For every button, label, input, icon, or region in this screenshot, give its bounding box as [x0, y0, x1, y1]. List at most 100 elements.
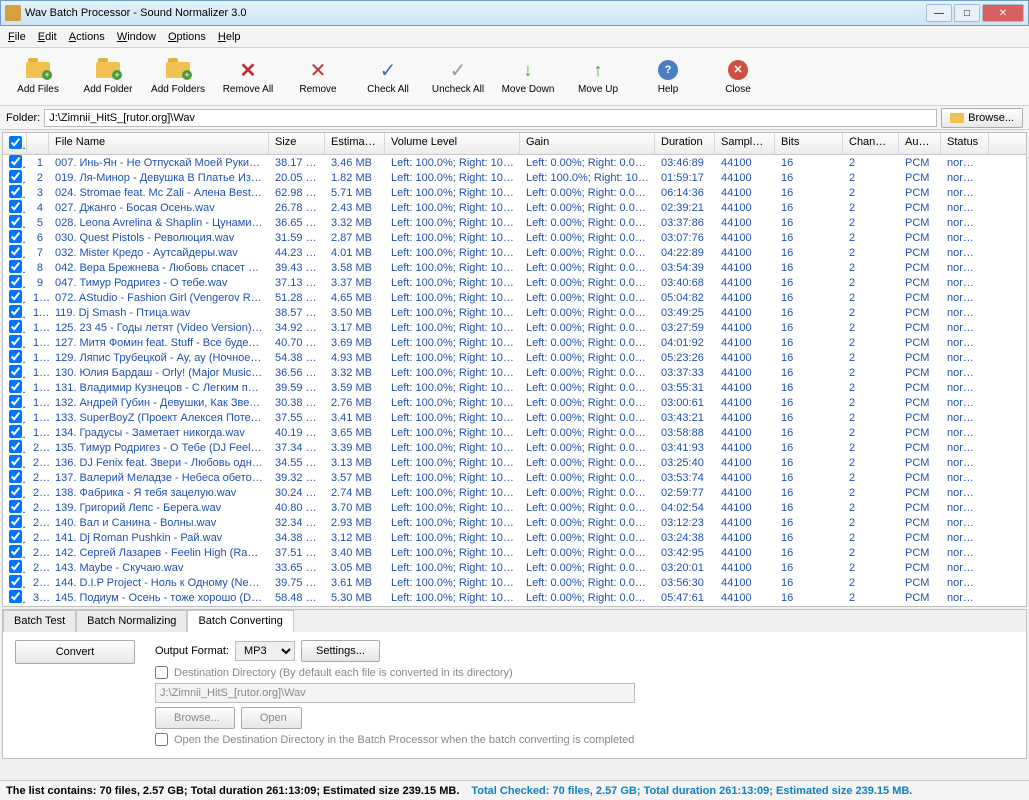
row-checkbox[interactable]	[3, 560, 27, 576]
add-files-button[interactable]: +Add Files	[8, 52, 68, 101]
help-button[interactable]: ?Help	[638, 52, 698, 101]
window-close-button[interactable]: ✕	[982, 4, 1024, 22]
row-checkbox[interactable]	[3, 275, 27, 291]
col-size[interactable]: Size	[269, 133, 325, 154]
check-all-button[interactable]: Check All	[358, 52, 418, 101]
row-checkbox[interactable]	[3, 485, 27, 501]
maximize-button[interactable]: □	[954, 4, 980, 22]
table-row[interactable]: 22137. Валерий Меладзе - Небеса обетован…	[3, 470, 1026, 485]
tab-batch-converting[interactable]: Batch Converting	[187, 610, 293, 632]
row-checkbox[interactable]	[3, 320, 27, 336]
col-audio[interactable]: Audio...	[899, 133, 941, 154]
table-row[interactable]: 1007. Инь-Ян - Не Отпускай Моей Руки.wav…	[3, 155, 1026, 170]
table-row[interactable]: 14129. Ляпис Трубецкой - Ау, ау (Ночное …	[3, 350, 1026, 365]
col-channels[interactable]: Channels	[843, 133, 899, 154]
col-bits[interactable]: Bits	[775, 133, 843, 154]
tab-batch-normalizing[interactable]: Batch Normalizing	[76, 610, 187, 632]
table-row[interactable]: 30145. Подиум - Осень - тоже хорошо (Dan…	[3, 590, 1026, 605]
row-checkbox[interactable]	[3, 185, 27, 201]
row-checkbox[interactable]	[3, 395, 27, 411]
table-row[interactable]: 9047. Тимур Родригез - О тебе.wav37.13 M…	[3, 275, 1026, 290]
col-volume[interactable]: Volume Level	[385, 133, 520, 154]
col-gain[interactable]: Gain	[520, 133, 655, 154]
menu-ile[interactable]: File	[8, 31, 26, 43]
col-estimated[interactable]: Estimated ...	[325, 133, 385, 154]
table-row[interactable]: 15130. Юлия Бардаш - Orly! (Major Music …	[3, 365, 1026, 380]
row-checkbox[interactable]	[3, 215, 27, 231]
dest-open-button[interactable]: Open	[241, 707, 302, 729]
row-checkbox[interactable]	[3, 515, 27, 531]
menu-indow[interactable]: Window	[117, 31, 156, 43]
menu-dit[interactable]: Edit	[38, 31, 57, 43]
move-up-button[interactable]: Move Up	[568, 52, 628, 101]
row-checkbox[interactable]	[3, 425, 27, 441]
row-checkbox[interactable]	[3, 155, 27, 171]
row-checkbox[interactable]	[3, 380, 27, 396]
table-row[interactable]: 24139. Григорий Лепс - Берега.wav40.80 M…	[3, 500, 1026, 515]
col-sample[interactable]: Sample R...	[715, 133, 775, 154]
row-checkbox[interactable]	[3, 530, 27, 546]
move-down-button[interactable]: Move Down	[498, 52, 558, 101]
row-checkbox[interactable]	[3, 365, 27, 381]
row-checkbox[interactable]	[3, 500, 27, 516]
table-row[interactable]: 10072. AStudio - Fashion Girl (Vengerov …	[3, 290, 1026, 305]
table-row[interactable]: 13127. Митя Фомин feat. Stuff - Все буде…	[3, 335, 1026, 350]
table-row[interactable]: 7032. Mister Кредо - Аутсайдеры.wav44.23…	[3, 245, 1026, 260]
table-row[interactable]: 17132. Андрей Губин - Девушки, Как Звезд…	[3, 395, 1026, 410]
row-checkbox[interactable]	[3, 350, 27, 366]
open-after-checkbox[interactable]	[155, 733, 168, 746]
col-check[interactable]	[3, 133, 27, 154]
table-row[interactable]: 29144. D.I.P Project - Ноль к Одному (Ne…	[3, 575, 1026, 590]
table-row[interactable]: 3024. Stromae feat. Mc Zali - Алена Best…	[3, 185, 1026, 200]
remove-button[interactable]: ✕Remove	[288, 52, 348, 101]
col-filename[interactable]: File Name	[49, 133, 269, 154]
minimize-button[interactable]: —	[926, 4, 952, 22]
row-checkbox[interactable]	[3, 590, 27, 606]
col-status[interactable]: Status	[941, 133, 989, 154]
row-checkbox[interactable]	[3, 335, 27, 351]
row-checkbox[interactable]	[3, 305, 27, 321]
convert-button[interactable]: Convert	[15, 640, 135, 664]
uncheck-all-button[interactable]: Uncheck All	[428, 52, 488, 101]
row-checkbox[interactable]	[3, 455, 27, 471]
row-checkbox[interactable]	[3, 170, 27, 186]
menu-ptions[interactable]: Options	[168, 31, 206, 43]
grid-body[interactable]: 1007. Инь-Ян - Не Отпускай Моей Руки.wav…	[3, 155, 1026, 606]
remove-all-button[interactable]: ✕Remove All	[218, 52, 278, 101]
tab-batch-test[interactable]: Batch Test	[3, 610, 76, 632]
table-row[interactable]: 11119. Dj Smash - Птица.wav38.57 MB3.50 …	[3, 305, 1026, 320]
menu-ctions[interactable]: Actions	[69, 31, 105, 43]
add-folders-button[interactable]: +Add Folders	[148, 52, 208, 101]
col-index[interactable]	[27, 133, 49, 154]
row-checkbox[interactable]	[3, 575, 27, 591]
table-row[interactable]: 6030. Quest Pistols - Революция.wav31.59…	[3, 230, 1026, 245]
table-row[interactable]: 5028. Leona Avrelina & Shaplin - Цунами.…	[3, 215, 1026, 230]
table-row[interactable]: 21136. DJ Fenix feat. Звери - Любовь одн…	[3, 455, 1026, 470]
row-checkbox[interactable]	[3, 260, 27, 276]
row-checkbox[interactable]	[3, 545, 27, 561]
table-row[interactable]: 16131. Владимир Кузнецов - С Легким парк…	[3, 380, 1026, 395]
table-row[interactable]: 18133. SuperBoyZ (Проект Алексея Потехин…	[3, 410, 1026, 425]
settings-button[interactable]: Settings...	[301, 640, 380, 662]
add-folder-button[interactable]: +Add Folder	[78, 52, 138, 101]
dest-dir-checkbox[interactable]	[155, 666, 168, 679]
folder-input[interactable]	[44, 109, 937, 127]
table-row[interactable]: 2019. Ля-Минор - Девушка В Платье Из Сит…	[3, 170, 1026, 185]
table-row[interactable]: 20135. Тимур Родригез - О Тебе (DJ Feel …	[3, 440, 1026, 455]
close-button[interactable]: ✕Close	[708, 52, 768, 101]
table-row[interactable]: 8042. Вера Брежнева - Любовь спасет мир …	[3, 260, 1026, 275]
output-format-select[interactable]: MP3	[235, 641, 295, 661]
row-checkbox[interactable]	[3, 290, 27, 306]
row-checkbox[interactable]	[3, 470, 27, 486]
table-row[interactable]: 12125. 23 45 - Годы летят (Video Version…	[3, 320, 1026, 335]
row-checkbox[interactable]	[3, 200, 27, 216]
table-row[interactable]: 4027. Джанго - Босая Осень.wav26.78 MB2.…	[3, 200, 1026, 215]
table-row[interactable]: 28143. Maybe - Скучаю.wav33.65 MB3.05 MB…	[3, 560, 1026, 575]
table-row[interactable]: 26141. Dj Roman Pushkin - Рай.wav34.38 M…	[3, 530, 1026, 545]
row-checkbox[interactable]	[3, 410, 27, 426]
table-row[interactable]: 23138. Фабрика - Я тебя зацелую.wav30.24…	[3, 485, 1026, 500]
table-row[interactable]: 25140. Вал и Санина - Волны.wav32.34 MB2…	[3, 515, 1026, 530]
row-checkbox[interactable]	[3, 440, 27, 456]
row-checkbox[interactable]	[3, 230, 27, 246]
browse-button[interactable]: Browse...	[941, 108, 1023, 128]
